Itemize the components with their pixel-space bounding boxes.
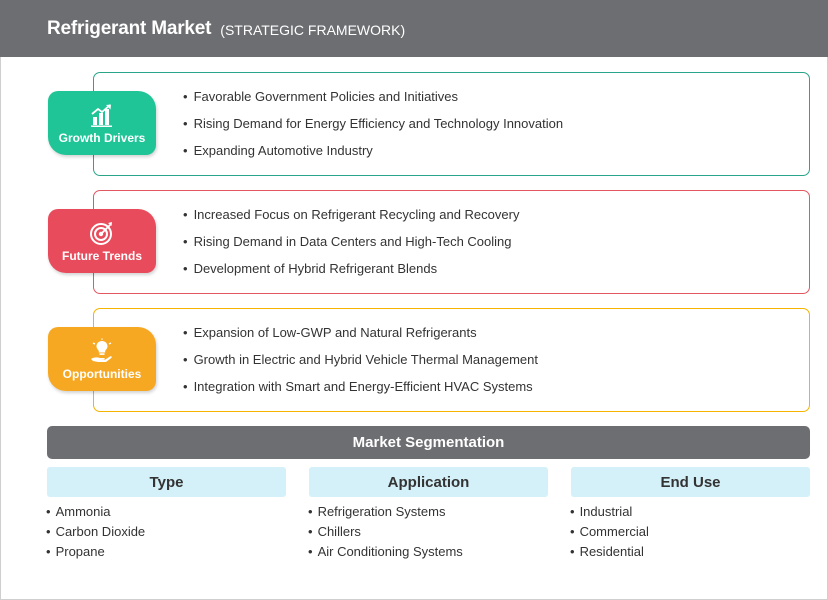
list-item: Chillers xyxy=(308,524,548,544)
segment-column-type: Type Ammonia Carbon Dioxide Propane xyxy=(47,467,286,564)
list-item: Growth in Electric and Hybrid Vehicle Th… xyxy=(183,351,538,378)
list-item: Integration with Smart and Energy-Effici… xyxy=(183,378,538,405)
section-label: Future Trends xyxy=(61,248,142,263)
list-item: Ammonia xyxy=(46,504,286,524)
section-tab-opportunities: Opportunities xyxy=(48,327,156,391)
list-item: Refrigeration Systems xyxy=(308,504,548,524)
segment-column-application: Application Refrigeration Systems Chille… xyxy=(309,467,548,564)
column-heading: End Use xyxy=(571,467,810,497)
list-item: Rising Demand in Data Centers and High-T… xyxy=(183,233,519,260)
section-label: Opportunities xyxy=(62,366,142,381)
list-item: Residential xyxy=(570,544,810,564)
segment-list: Refrigeration Systems Chillers Air Condi… xyxy=(308,504,548,564)
segment-list: Industrial Commercial Residential xyxy=(570,504,810,564)
section-tab-future-trends: Future Trends xyxy=(48,209,156,273)
bullet-list: Expansion of Low-GWP and Natural Refrige… xyxy=(183,324,538,405)
bullet-list: Increased Focus on Refrigerant Recycling… xyxy=(183,206,520,287)
list-item: Commercial xyxy=(570,524,810,544)
page-header: Refrigerant Market (STRATEGIC FRAMEWORK) xyxy=(0,0,828,57)
page-subtitle: (STRATEGIC FRAMEWORK) xyxy=(220,21,406,38)
segment-list: Ammonia Carbon Dioxide Propane xyxy=(46,504,286,564)
list-item: Industrial xyxy=(570,504,810,524)
section-future-trends: Future Trends Increased Focus on Refrige… xyxy=(0,190,828,294)
column-heading: Type xyxy=(47,467,286,497)
growth-chart-icon xyxy=(91,103,112,127)
list-item: Rising Demand for Energy Efficiency and … xyxy=(183,115,564,142)
section-growth-drivers: Growth Drivers Favorable Government Poli… xyxy=(0,72,828,176)
lightbulb-hand-icon xyxy=(91,338,112,362)
list-item: Expansion of Low-GWP and Natural Refrige… xyxy=(183,324,538,351)
bullet-list: Favorable Government Policies and Initia… xyxy=(183,88,564,169)
section-tab-growth-drivers: Growth Drivers xyxy=(48,91,156,155)
list-item: Propane xyxy=(46,544,286,564)
segmentation-title: Market Segmentation xyxy=(352,434,505,451)
column-heading: Application xyxy=(309,467,548,497)
target-icon xyxy=(90,221,112,245)
list-item: Favorable Government Policies and Initia… xyxy=(183,88,563,115)
segment-column-end-use: End Use Industrial Commercial Residentia… xyxy=(571,467,810,564)
list-item: Air Conditioning Systems xyxy=(308,544,548,564)
page-title: Refrigerant Market xyxy=(47,17,212,39)
list-item: Expanding Automotive Industry xyxy=(183,142,563,169)
section-label: Growth Drivers xyxy=(58,130,146,145)
list-item: Development of Hybrid Refrigerant Blends xyxy=(183,260,519,287)
section-opportunities: Opportunities Expansion of Low-GWP and N… xyxy=(0,308,828,412)
segmentation-title-bar: Market Segmentation xyxy=(47,426,810,459)
list-item: Increased Focus on Refrigerant Recycling… xyxy=(183,206,520,233)
list-item: Carbon Dioxide xyxy=(46,524,286,544)
